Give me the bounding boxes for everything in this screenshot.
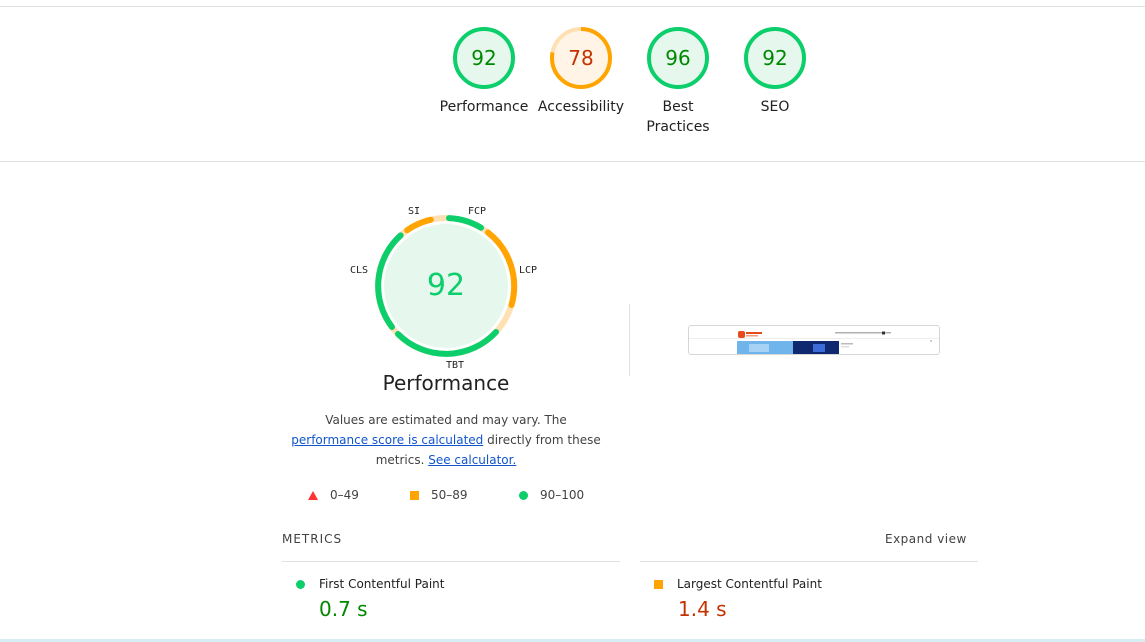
see-calculator-link[interactable]: See calculator.: [428, 453, 516, 467]
category-best-practices[interactable]: 96 Best Practices: [628, 25, 728, 137]
metric-name: First Contentful Paint: [319, 577, 445, 591]
category-score: 92: [762, 46, 787, 70]
top-divider: [0, 6, 1145, 7]
section-divider: [0, 161, 1145, 162]
performance-score: 92: [427, 268, 465, 303]
category-seo[interactable]: 92 SEO: [725, 25, 825, 117]
gauge-ring-icon: 92: [744, 27, 806, 89]
page-screenshot-image: [689, 326, 939, 354]
metric-label-cls: CLS: [350, 265, 369, 276]
performance-title: Performance: [382, 371, 510, 395]
triangle-icon: [308, 490, 318, 500]
category-label: SEO: [760, 99, 790, 115]
vertical-divider: [629, 304, 630, 376]
score-calculated-link[interactable]: performance score is calculated: [291, 433, 483, 447]
category-score: 96: [665, 46, 690, 70]
legend-range: 0–49: [330, 488, 359, 502]
category-performance[interactable]: 92 Performance: [434, 25, 534, 117]
metric-label-si: SI: [408, 206, 421, 217]
legend-pass: 90–100: [519, 488, 584, 502]
performance-gauge-icon: 92: [375, 215, 518, 357]
metric-fcp-value: 0.7 s: [319, 597, 368, 621]
legend-fail: 0–49: [308, 488, 359, 502]
performance-description: Values are estimated and may vary. The p…: [285, 410, 607, 470]
metric-label-tbt: TBT: [446, 360, 465, 371]
metric-label-fcp: FCP: [468, 206, 487, 217]
metric-label-lcp: LCP: [519, 265, 538, 276]
category-label: Accessibility: [537, 99, 625, 115]
metric-lcp-title: Largest Contentful Paint: [654, 577, 822, 591]
gauge-ring-icon: 96: [647, 27, 709, 89]
metric-fcp-title: First Contentful Paint: [296, 577, 444, 591]
category-score: 78: [568, 46, 593, 70]
average-square-icon: [654, 579, 663, 589]
legend-average: 50–89: [410, 488, 468, 502]
circle-icon: [519, 490, 528, 500]
metrics-divider-left: [282, 561, 620, 562]
gauge-ring-icon: 92: [453, 27, 515, 89]
category-accessibility[interactable]: 78 Accessibility: [531, 25, 631, 117]
gauge-ring-icon: 78: [550, 27, 612, 89]
pass-circle-icon: [296, 579, 305, 589]
legend-range: 90–100: [540, 488, 585, 502]
metrics-header: METRICS: [282, 532, 343, 546]
expand-view-toggle[interactable]: Expand view: [885, 532, 967, 546]
category-label: Performance: [439, 99, 529, 115]
final-screenshot-thumbnail[interactable]: [688, 325, 940, 355]
square-icon: [410, 490, 419, 500]
metric-lcp-value: 1.4 s: [678, 597, 727, 621]
description-text: Values are estimated and may vary. The: [325, 413, 567, 427]
category-score: 92: [471, 46, 496, 70]
metric-name: Largest Contentful Paint: [677, 577, 822, 591]
metrics-divider-right: [640, 561, 978, 562]
category-label: Best Practices: [646, 99, 710, 135]
legend-range: 50–89: [431, 488, 468, 502]
